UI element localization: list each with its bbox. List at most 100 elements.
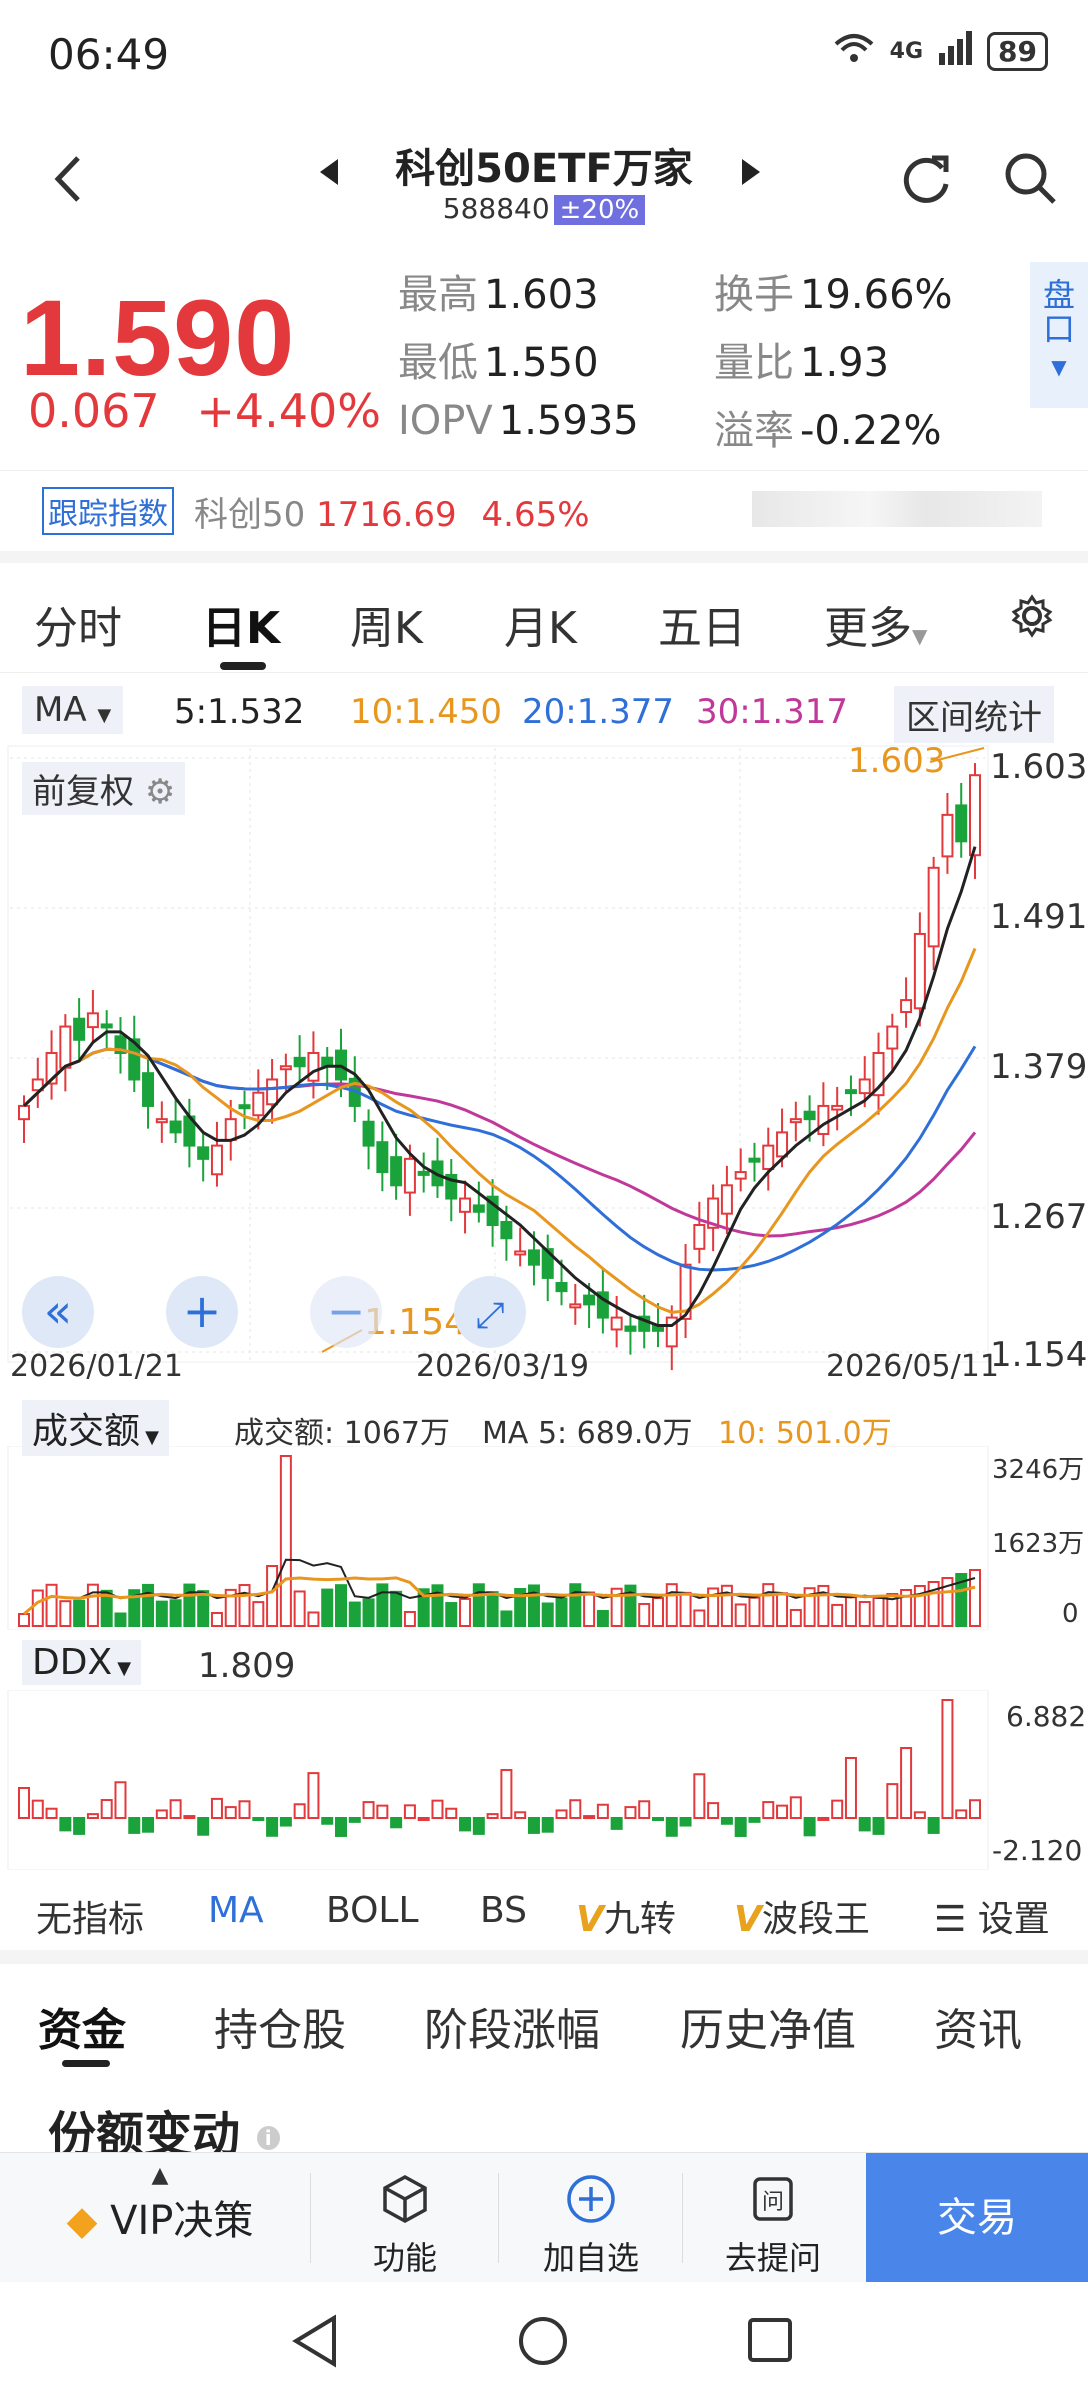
ma-selector-label: MA: [34, 690, 87, 730]
candle-body: [307, 1052, 320, 1082]
stat-turnover: 换手 19.66%: [714, 272, 953, 318]
stat-volume-ratio: 量比 1.93: [714, 340, 890, 386]
expand-icon: ⤢: [475, 1295, 505, 1336]
candle-body: [59, 1025, 72, 1069]
tab-funds[interactable]: 资金: [38, 1994, 126, 2058]
candle-body: [169, 1120, 182, 1134]
volume-bar: [114, 1612, 127, 1628]
adjust-toggle[interactable]: 前复权 ⚙: [22, 762, 186, 815]
ddx-bar: [59, 1817, 72, 1832]
candle-body: [527, 1249, 540, 1266]
blurred-ad: [752, 491, 1042, 527]
ask-question-button[interactable]: 问 去提问: [708, 2173, 838, 2279]
volume-bar: [45, 1583, 58, 1628]
zoom-out-button[interactable]: −: [310, 1276, 382, 1348]
volume-y-tick: 0: [1062, 1599, 1079, 1629]
ddx-bar: [624, 1806, 637, 1819]
change-percent: +4.40%: [196, 384, 382, 438]
indicator-bs[interactable]: BS: [480, 1890, 527, 1931]
ddx-bar: [969, 1799, 981, 1819]
nav-home-icon[interactable]: [516, 2314, 570, 2368]
candle-body: [610, 1316, 623, 1331]
wifi-icon: [832, 30, 876, 73]
tab-five-day[interactable]: 五日: [658, 592, 746, 656]
y-tick-label: 1.603: [990, 747, 1087, 787]
nav-recents-icon[interactable]: [746, 2316, 794, 2364]
tab-fenshi[interactable]: 分时: [34, 592, 122, 656]
candle-body: [900, 999, 913, 1014]
ddx-bar: [307, 1772, 320, 1820]
candle-body: [913, 932, 926, 1010]
candle-body: [748, 1157, 761, 1163]
vip-decision-button[interactable]: ▲ ◆ VIP决策: [40, 2163, 280, 2246]
ddx-bars: [18, 1699, 981, 1837]
ddx-bar: [610, 1817, 623, 1830]
scroll-left-button[interactable]: «: [22, 1276, 94, 1348]
refresh-share-icon: [903, 155, 949, 203]
ddx-bar: [900, 1747, 913, 1819]
tab-holdings[interactable]: 持仓股: [214, 1994, 346, 2058]
indicator-jiuzhuan[interactable]: V九转: [576, 1890, 676, 1942]
ma20-value: 20:1.377: [522, 692, 675, 732]
add-watchlist-label: 加自选: [542, 2239, 639, 2277]
volume-bar: [197, 1590, 210, 1627]
ddx-bar: [472, 1817, 485, 1835]
tab-period-change[interactable]: 阶段涨幅: [424, 1994, 600, 2058]
ma10-line: [22, 947, 977, 1314]
tab-daily-k[interactable]: 日K: [202, 592, 280, 656]
caret-down-icon: ▼: [97, 705, 112, 726]
search-button[interactable]: [1002, 150, 1058, 210]
candle-body: [390, 1156, 403, 1187]
ma-selector[interactable]: MA ▼: [22, 686, 124, 734]
nav-back-icon[interactable]: [290, 2314, 340, 2368]
share-refresh-button[interactable]: [898, 150, 954, 210]
volume-bar: [872, 1597, 885, 1627]
ddx-bar: [459, 1817, 472, 1832]
system-nav-bar: [0, 2282, 1088, 2400]
chart-settings-button[interactable]: [1010, 594, 1054, 642]
pankou-button[interactable]: 盘口 ▼: [1030, 262, 1088, 408]
indicator-ma[interactable]: MA: [208, 1890, 264, 1931]
ddx-bar: [431, 1799, 444, 1819]
fullscreen-button[interactable]: ⤢: [454, 1276, 526, 1348]
volume-bar: [238, 1584, 251, 1628]
tab-monthly-k[interactable]: 月K: [504, 592, 577, 656]
candle-body: [831, 1104, 844, 1111]
candle-body: [252, 1091, 265, 1117]
ddx-bar: [403, 1804, 416, 1820]
candle-body: [555, 1282, 568, 1293]
indicator-boduanwang[interactable]: V波段王: [734, 1890, 870, 1942]
ddx-bar: [569, 1799, 582, 1819]
period-tabs: 分时 日K 周K 月K 五日 更多▼: [0, 568, 1088, 673]
range-stats-button[interactable]: 区间统计: [894, 686, 1054, 743]
volume-bar: [86, 1583, 99, 1628]
info-icon[interactable]: i: [256, 2126, 280, 2150]
ddx-bar: [748, 1817, 761, 1823]
kline-chart[interactable]: 1.603 1.491 1.379 1.267 1.154 2026/01/21…: [0, 740, 1088, 1380]
function-button[interactable]: 功能: [340, 2173, 470, 2279]
ddx-bar: [583, 1815, 596, 1820]
info-tabs: 资金 持仓股 阶段涨幅 历史净值 资讯: [0, 1950, 1088, 2074]
candle-body: [569, 1303, 582, 1309]
indicator-settings[interactable]: ☰ 设置: [934, 1890, 1050, 1942]
ddx-bar: [18, 1787, 30, 1819]
indicator-boll[interactable]: BOLL: [326, 1890, 419, 1931]
tab-news[interactable]: 资讯: [934, 1994, 1022, 2058]
tab-more[interactable]: 更多▼: [824, 592, 927, 656]
tracking-index-row[interactable]: 跟踪指数 科创50 1716.69 4.65%: [0, 470, 1088, 563]
tab-weekly-k[interactable]: 周K: [350, 592, 423, 656]
ma5-value: 5:1.532: [174, 692, 305, 732]
ddx-selector[interactable]: DDX ▼: [22, 1640, 142, 1685]
tracking-index-pct: 4.65%: [481, 495, 590, 535]
candle-body: [238, 1104, 251, 1110]
volume-bar: [555, 1597, 568, 1627]
indicator-none[interactable]: 无指标: [36, 1890, 144, 1942]
volume-chart: 3246万 1623万 0: [7, 1446, 1084, 1630]
zoom-in-button[interactable]: +: [166, 1276, 238, 1348]
trade-button[interactable]: 交易: [866, 2153, 1088, 2283]
tab-nav-history[interactable]: 历史净值: [680, 1994, 856, 2058]
y-tick-label: 1.491: [990, 897, 1087, 937]
next-stock-button[interactable]: [740, 156, 762, 196]
ddx-bar: [100, 1799, 113, 1820]
add-watchlist-button[interactable]: 加自选: [526, 2173, 656, 2279]
